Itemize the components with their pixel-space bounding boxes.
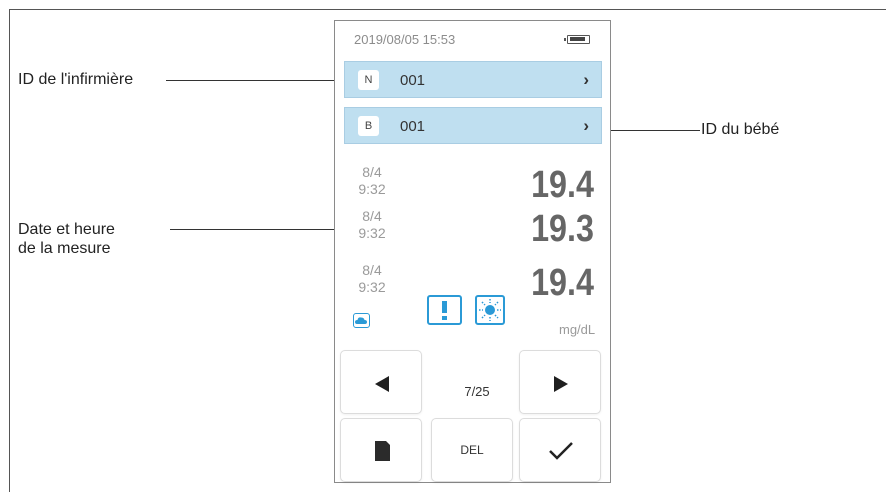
chevron-right-icon: ›	[583, 116, 589, 135]
arrow-left-icon	[375, 376, 389, 392]
reading-row[interactable]: 8/4 9:32 19.3	[354, 208, 594, 252]
document-icon	[375, 441, 390, 461]
baby-id-value: 001	[400, 118, 426, 135]
baby-badge: B	[358, 116, 379, 136]
nurse-badge: N	[358, 70, 379, 90]
reading-time: 9:32	[358, 225, 386, 241]
callout-datetime: Date et heure de la mesure	[18, 220, 115, 258]
status-datetime: 2019/08/05 15:53	[354, 32, 456, 47]
reading-time: 9:32	[358, 181, 386, 197]
callout-datetime-line2: de la mesure	[18, 240, 111, 257]
baby-id-row[interactable]: B 001 ›	[344, 107, 602, 144]
reading-date: 8/4	[362, 262, 382, 278]
unit-label: mg/dL	[559, 322, 596, 337]
file-button[interactable]	[340, 418, 422, 482]
sun-icon	[475, 295, 505, 325]
warning-icon	[427, 295, 462, 325]
delete-label: DEL	[460, 443, 484, 457]
reading-row[interactable]: 8/4 9:32 19.4	[354, 262, 594, 306]
delete-button[interactable]: DEL	[431, 418, 513, 482]
cloud-icon	[353, 313, 370, 328]
checkmark-icon	[549, 442, 573, 460]
page-indicator: 7/25	[464, 384, 490, 399]
next-button[interactable]	[519, 350, 601, 414]
nurse-id-value: 001	[400, 72, 426, 89]
reading-value: 19.3	[531, 208, 594, 250]
callout-nurse-id: ID de l'infirmière	[18, 71, 134, 88]
reading-row[interactable]: 8/4 9:32 19.4	[354, 164, 594, 208]
callout-baby-id: ID du bébé	[701, 121, 780, 138]
reading-value: 19.4	[531, 164, 594, 206]
reading-time: 9:32	[358, 279, 386, 295]
arrow-right-icon	[554, 376, 568, 392]
confirm-button[interactable]	[519, 418, 601, 482]
reading-date: 8/4	[362, 164, 382, 180]
previous-button[interactable]	[340, 350, 422, 414]
callout-datetime-line1: Date et heure	[18, 221, 115, 238]
reading-date: 8/4	[362, 208, 382, 224]
callout-line-nurse	[166, 80, 354, 81]
reading-value: 19.4	[531, 262, 594, 304]
status-bar: 2019/08/05 15:53	[335, 21, 610, 57]
chevron-right-icon: ›	[583, 70, 589, 89]
callout-line-datetime	[170, 229, 352, 230]
device-screen: 2019/08/05 15:53 N 001 › B 001 › 8/4 9:3…	[334, 20, 611, 483]
reading-datetime: 8/4 9:32	[354, 208, 390, 242]
battery-icon	[564, 35, 590, 44]
nurse-id-row[interactable]: N 001 ›	[344, 61, 602, 98]
reading-datetime: 8/4 9:32	[354, 262, 390, 296]
reading-datetime: 8/4 9:32	[354, 164, 390, 198]
